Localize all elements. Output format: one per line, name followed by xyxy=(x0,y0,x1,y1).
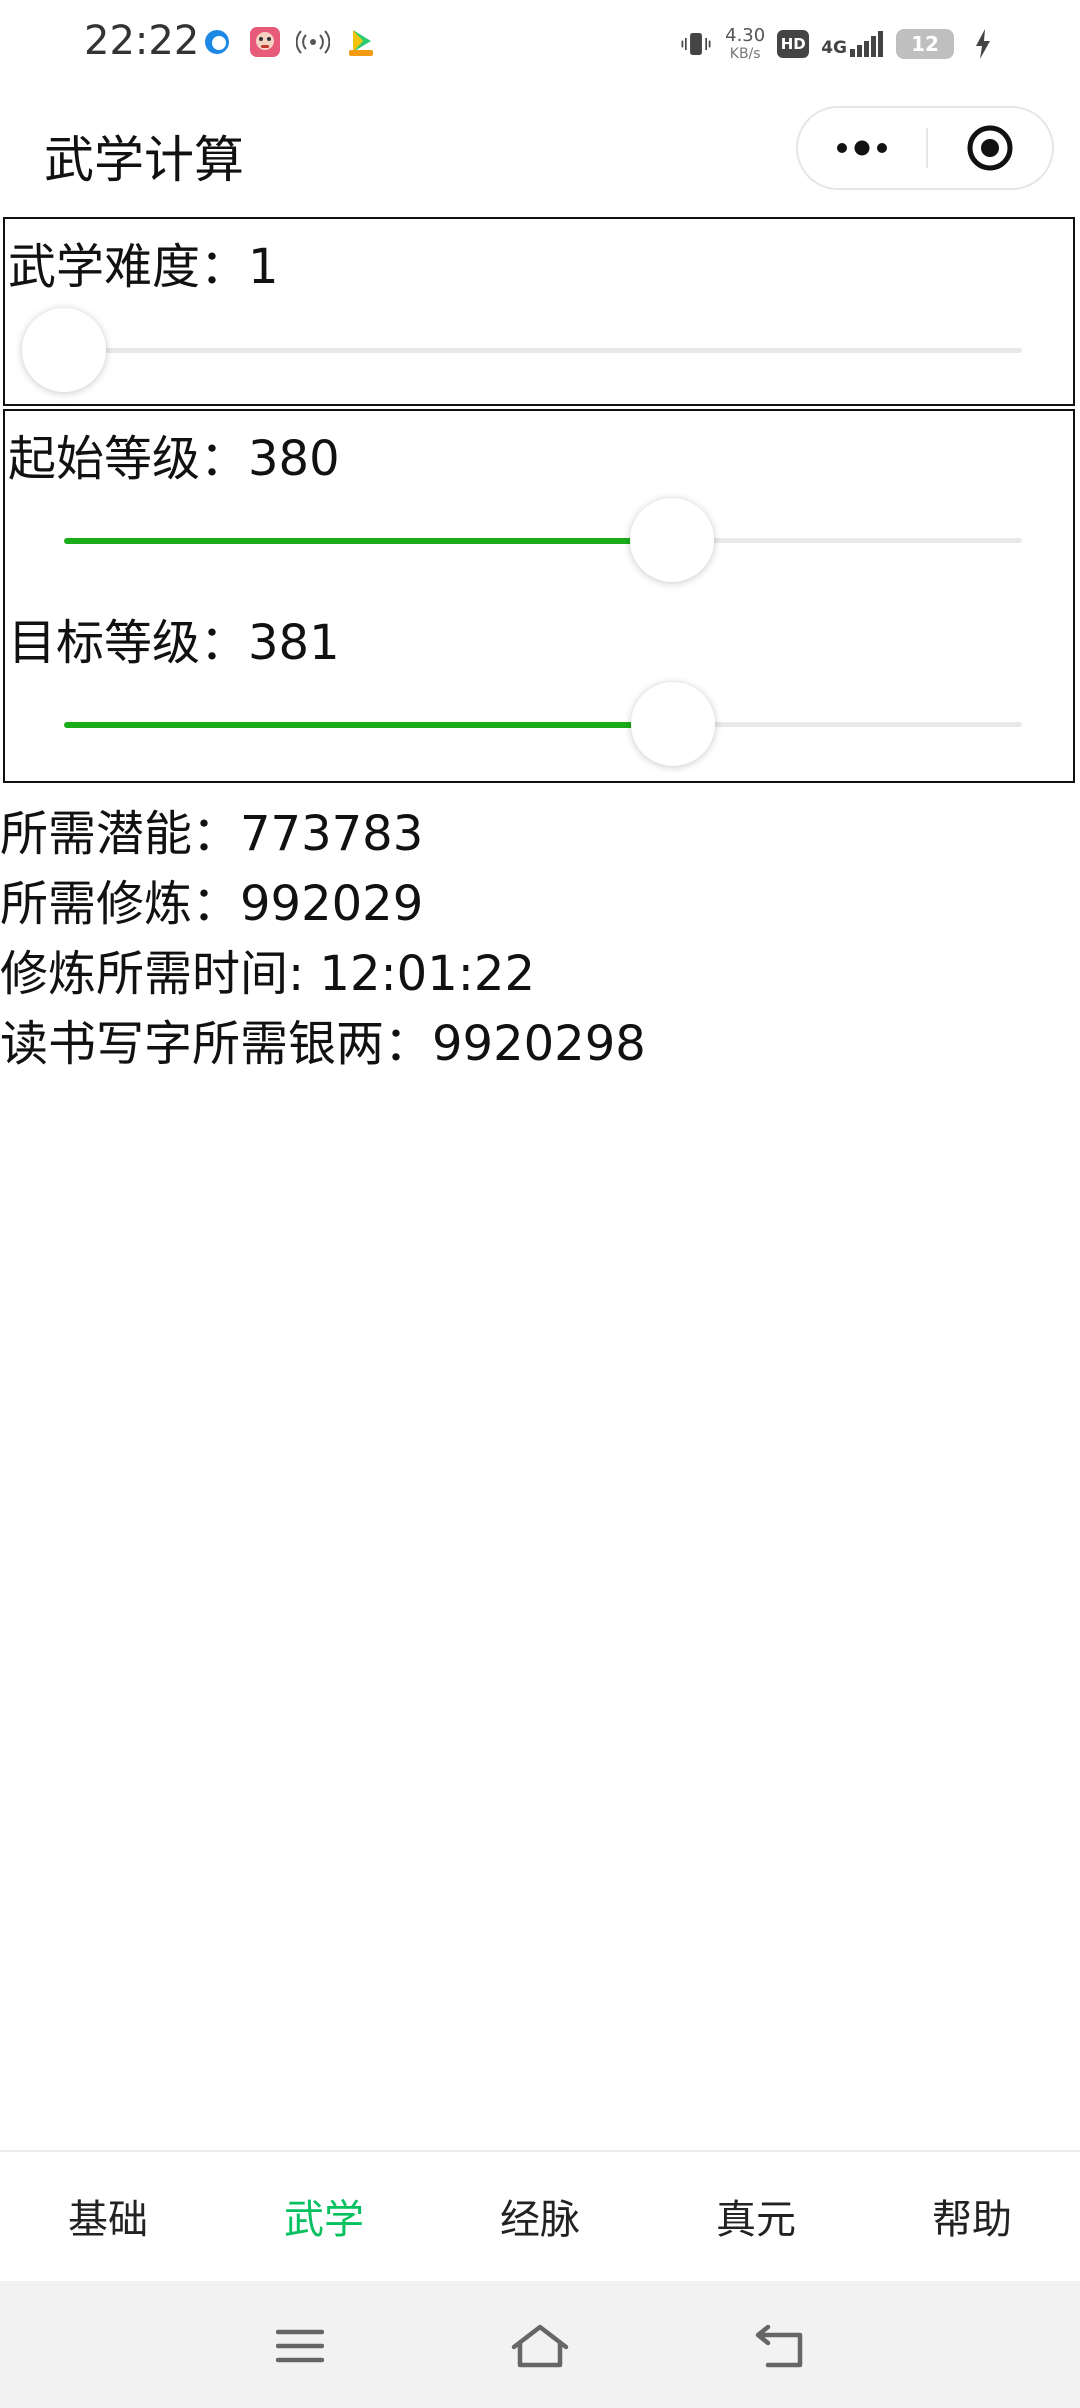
tab-bar: 基础 武学 经脉 真元 帮助 xyxy=(0,2150,1080,2280)
slider-track xyxy=(64,348,1022,353)
status-time: 22:22 xyxy=(84,18,200,64)
home-icon xyxy=(511,2324,569,2368)
mini-program-capsule xyxy=(796,106,1054,190)
required-cultivation: 所需修炼：992029 xyxy=(0,876,424,932)
required-potential: 所需潜能：773783 xyxy=(0,806,424,862)
hotspot-icon xyxy=(296,25,330,59)
tab-basic[interactable]: 基础 xyxy=(0,2152,216,2280)
network-type: 4G xyxy=(821,38,847,58)
start-level-label: 起始等级：380 xyxy=(8,431,340,487)
more-button[interactable] xyxy=(798,108,926,188)
difficulty-slider[interactable] xyxy=(22,308,1022,392)
back-icon xyxy=(755,2324,803,2368)
difficulty-label: 武学难度：1 xyxy=(8,239,279,295)
status-system-icons: 4.30 KB/s HD 4G 12 xyxy=(679,22,1000,66)
vibrate-icon xyxy=(679,27,713,61)
tab-true-essence[interactable]: 真元 xyxy=(648,2152,864,2280)
charging-icon xyxy=(966,27,1000,61)
net-speed-unit: KB/s xyxy=(729,46,761,62)
page-title: 武学计算 xyxy=(44,131,244,189)
battery-indicator: 12 xyxy=(896,29,954,59)
status-bar: 22:22 4.30 KB/s HD 4G 12 xyxy=(0,0,1080,88)
more-dots-icon xyxy=(837,140,887,156)
menu-button[interactable] xyxy=(265,2311,335,2381)
slider-thumb[interactable] xyxy=(631,682,716,766)
system-nav-bar xyxy=(0,2281,1080,2408)
battery-level: 12 xyxy=(911,32,939,56)
back-button[interactable] xyxy=(745,2311,815,2381)
required-silver: 读书写字所需银两：9920298 xyxy=(0,1016,646,1072)
menu-icon xyxy=(276,2329,324,2363)
signal-icon: 4G xyxy=(821,31,884,57)
tab-martial-arts[interactable]: 武学 xyxy=(216,2152,432,2280)
start-level-slider[interactable] xyxy=(60,498,1022,582)
nav-bar: 武学计算 xyxy=(0,88,1080,212)
tab-help[interactable]: 帮助 xyxy=(864,2152,1080,2280)
cultivation-time: 修炼所需时间: 12:01:22 xyxy=(0,946,536,1002)
slider-thumb[interactable] xyxy=(22,308,106,392)
tab-meridians[interactable]: 经脉 xyxy=(432,2152,648,2280)
slider-fill xyxy=(64,538,673,544)
slider-thumb[interactable] xyxy=(630,498,715,582)
slider-fill xyxy=(64,722,674,728)
net-speed: 4.30 KB/s xyxy=(725,25,766,62)
difficulty-panel: 武学难度：1 xyxy=(3,217,1075,406)
target-level-slider[interactable] xyxy=(60,682,1022,766)
close-button[interactable] xyxy=(928,108,1052,188)
browser-icon xyxy=(200,25,234,59)
net-speed-value: 4.30 xyxy=(725,25,766,46)
home-button[interactable] xyxy=(505,2311,575,2381)
levels-panel: 起始等级：380 目标等级：381 xyxy=(3,409,1075,783)
avatar-app-icon xyxy=(248,25,282,59)
video-app-icon xyxy=(344,25,378,59)
target-close-icon xyxy=(967,125,1013,171)
hd-badge: HD xyxy=(777,30,810,58)
target-level-label: 目标等级：381 xyxy=(8,615,340,671)
status-notification-icons xyxy=(200,22,378,62)
